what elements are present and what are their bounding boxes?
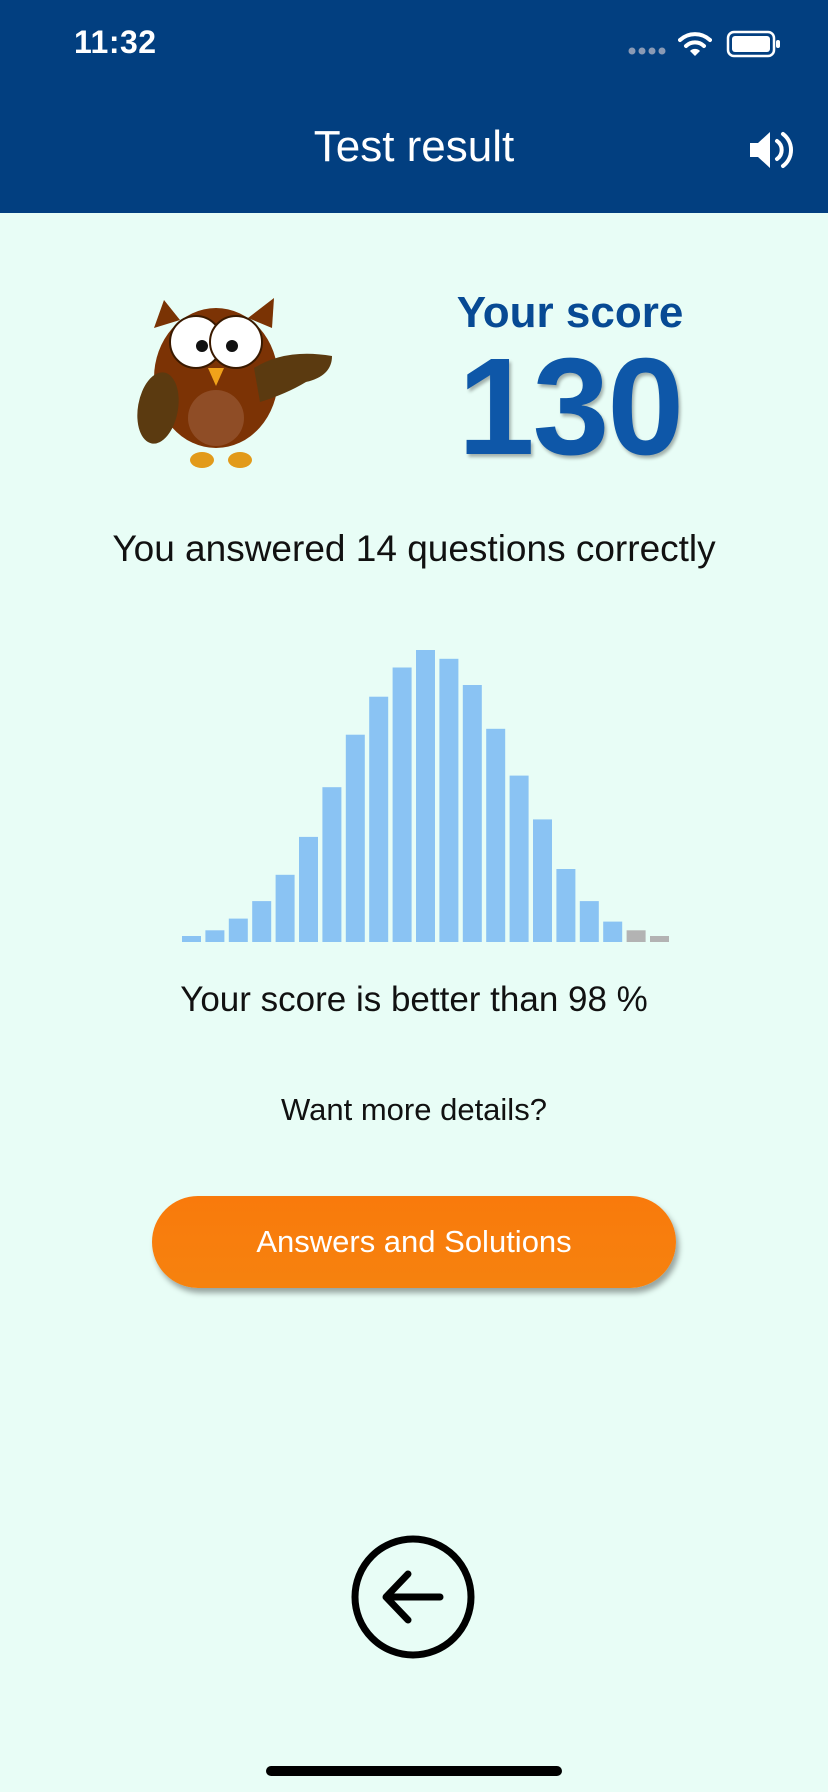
signal-dots-icon [628,47,666,55]
sound-button[interactable] [746,124,798,176]
back-arrow-icon [351,1535,475,1659]
back-button[interactable] [350,1534,476,1660]
histogram-bar [228,918,248,942]
battery-icon [726,30,780,58]
histogram-bar [439,658,459,942]
histogram-bar [322,787,342,942]
score-value: 130 [457,330,684,484]
histogram-bar [556,869,576,942]
answered-summary: You answered 14 questions correctly [112,528,716,569]
speaker-icon [750,132,793,168]
histogram-bar [509,775,529,942]
histogram-bar [533,819,552,942]
status-time: 11:32 [74,24,157,60]
details-prompt: Want more details? [281,1092,547,1127]
histogram-bar [486,728,506,942]
histogram-bar [579,901,599,942]
owl-illustration [137,298,332,468]
status-icons [628,28,788,62]
histogram-bar [345,734,365,942]
histogram-bar [392,667,412,942]
histogram-bar [299,836,318,942]
histogram-bar [275,874,295,942]
wifi-icon [678,32,712,56]
histogram-bar [205,930,225,942]
score-distribution-chart [182,650,669,942]
histogram-bar [650,936,669,942]
histogram-bar [416,650,435,942]
owl-mascot [136,290,336,470]
histogram-bar [369,696,389,942]
histogram-bar [252,901,272,942]
home-indicator [266,1766,562,1776]
histogram-bar [603,921,623,942]
top-bar: 11:32 Test result [0,0,828,213]
histogram-bar [182,936,201,942]
histogram-bar [462,685,482,942]
histogram-bar [626,930,646,942]
page-title: Test result [313,122,515,171]
answers-solutions-button[interactable]: Answers and Solutions [152,1196,676,1288]
percentile-text: Your score is better than 98 % [180,980,648,1019]
